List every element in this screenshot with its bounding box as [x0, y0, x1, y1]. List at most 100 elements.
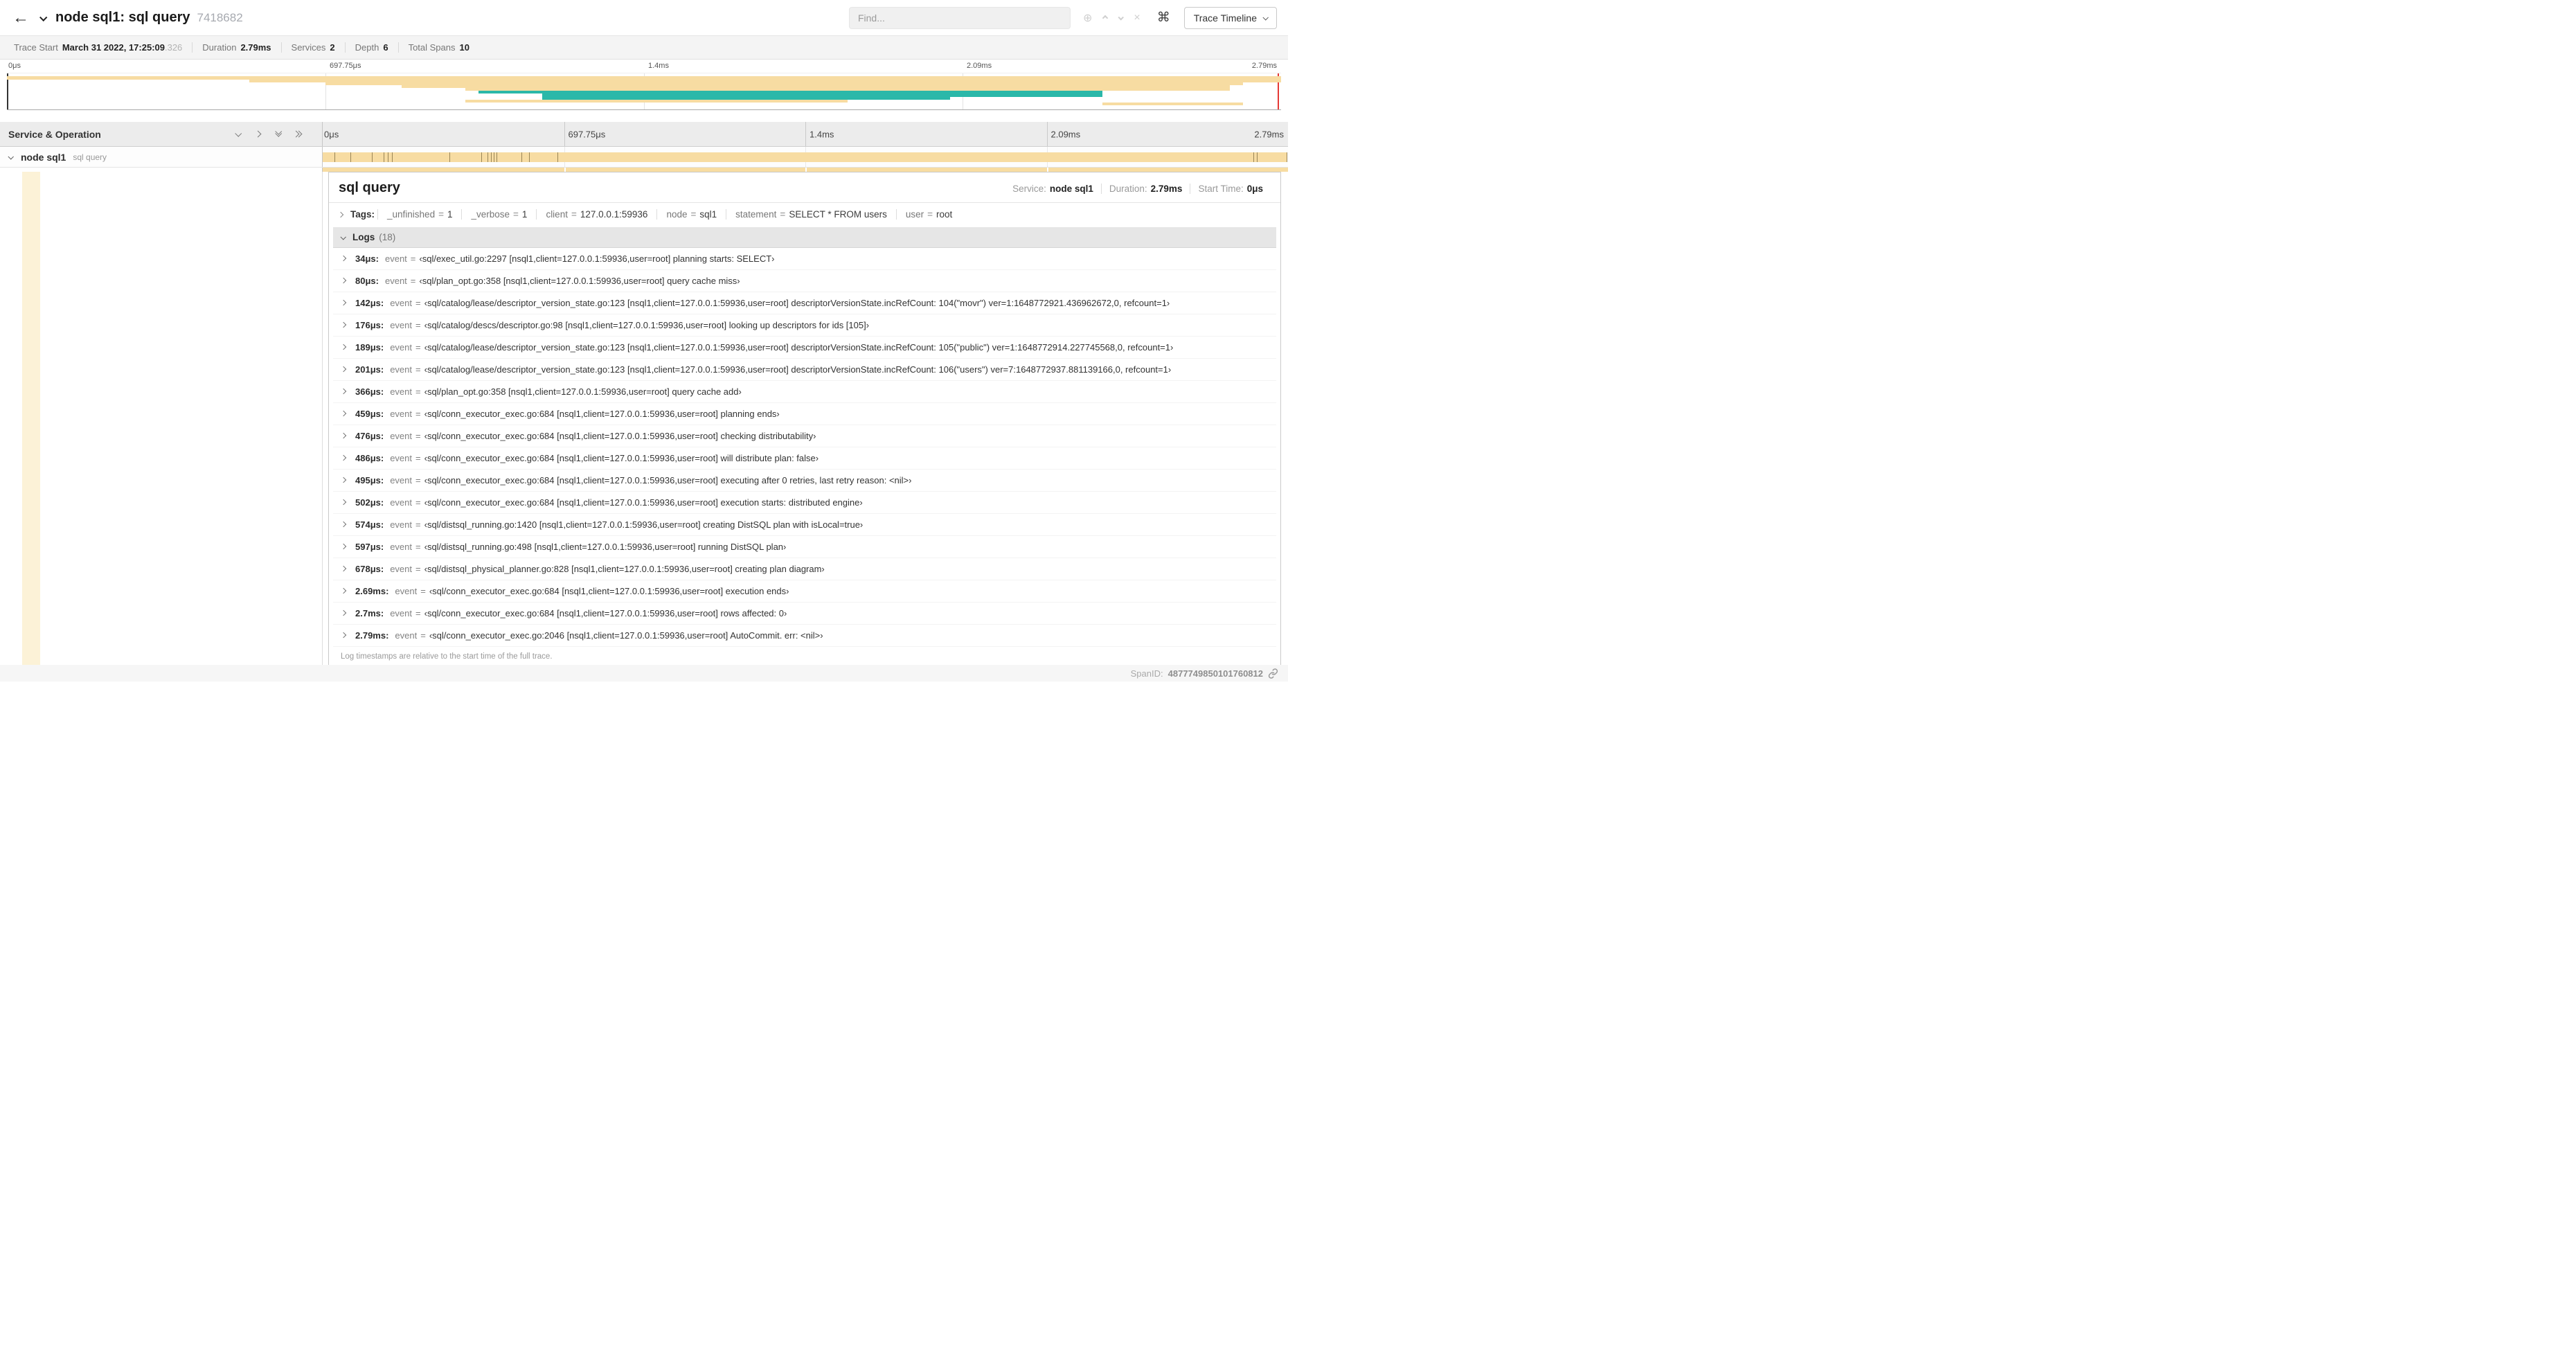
span-collapse-chevron-icon[interactable]	[8, 153, 14, 160]
log-event-tick	[371, 152, 373, 162]
logs-collapse-chevron-icon[interactable]	[340, 233, 346, 240]
log-expand-chevron-icon[interactable]	[340, 388, 347, 395]
log-expand-chevron-icon[interactable]	[340, 277, 347, 284]
log-row[interactable]: 459μs: event = ‹sql/conn_executor_exec.go:6…	[333, 403, 1276, 425]
span-meta-item: Start Time: 0μs	[1190, 184, 1271, 194]
deep-link-icon[interactable]	[1268, 668, 1278, 679]
log-timestamp: 459μs:	[355, 409, 384, 419]
span-row-timeline-cell[interactable]	[323, 147, 1288, 167]
span-detail-container: sql query Service: node sql1 Duration: 2.7…	[323, 172, 1288, 672]
span-row[interactable]: node sql1 sql query	[0, 147, 1288, 168]
timeline-gridline	[1046, 168, 1048, 172]
next-match-icon[interactable]	[1118, 14, 1125, 21]
logs-header[interactable]: Logs (18)	[333, 227, 1276, 248]
find-input[interactable]	[848, 6, 1071, 29]
log-field-value: ‹sql/catalog/descs/descriptor.go:98 [nsq…	[424, 320, 870, 330]
log-row[interactable]: 678μs: event = ‹sql/distsql_physical_planne…	[333, 558, 1276, 580]
log-row[interactable]: 201μs: event = ‹sql/catalog/lease/descripto…	[333, 359, 1276, 381]
log-row[interactable]: 366μs: event = ‹sql/plan_opt.go:358 [nsql1,…	[333, 381, 1276, 403]
trace-summary-item: Trace Start March 31 2022, 17:25:09.326	[4, 42, 192, 53]
log-row[interactable]: 80μs: event = ‹sql/plan_opt.go:358 [nsql1,c…	[333, 270, 1276, 292]
log-row[interactable]: 2.79ms: event = ‹sql/conn_executor_exec.go:…	[333, 625, 1276, 647]
timeline-time-axis: 0μs 697.75μs 1.4ms 2.09ms 2.79ms	[323, 122, 1288, 146]
expand-all-icon[interactable]	[292, 130, 303, 138]
minimap-tick-label: 697.75μs	[330, 62, 361, 70]
span-service-name: node sql1	[21, 151, 66, 163]
collapse-one-icon[interactable]	[235, 130, 242, 137]
log-expand-chevron-icon[interactable]	[340, 521, 347, 528]
log-expand-chevron-icon[interactable]	[340, 499, 347, 506]
expand-one-icon[interactable]	[254, 130, 262, 138]
log-row[interactable]: 476μs: event = ‹sql/conn_executor_exec.go:6…	[333, 425, 1276, 447]
log-field-value: ‹sql/distsql_physical_planner.go:828 [ns…	[424, 564, 825, 574]
log-expand-chevron-icon[interactable]	[340, 476, 347, 483]
collapse-all-icon[interactable]	[275, 127, 283, 137]
keyboard-shortcuts-button[interactable]: ⌘	[1153, 8, 1174, 27]
log-row[interactable]: 34μs: event = ‹sql/exec_util.go:2297 [nsql1…	[333, 248, 1276, 270]
log-field-key: event	[390, 453, 413, 463]
log-expand-chevron-icon[interactable]	[340, 609, 347, 616]
log-row[interactable]: 2.7ms: event = ‹sql/conn_executor_exec.go:6…	[333, 603, 1276, 625]
log-expand-chevron-icon[interactable]	[340, 344, 347, 350]
summary-label: Trace Start	[14, 42, 58, 53]
log-equals: =	[410, 253, 416, 264]
log-expand-chevron-icon[interactable]	[340, 632, 347, 639]
log-row[interactable]: 2.69ms: event = ‹sql/conn_executor_exec.go:…	[333, 580, 1276, 603]
previous-match-icon[interactable]	[1102, 15, 1109, 21]
log-row[interactable]: 597μs: event = ‹sql/distsql_running.go:498 …	[333, 536, 1276, 558]
back-button[interactable]: ←	[12, 8, 36, 28]
log-expand-chevron-icon[interactable]	[340, 255, 347, 262]
span-row-name-cell[interactable]: node sql1 sql query	[0, 147, 323, 167]
minimap-span-bar	[465, 100, 848, 103]
trace-summary-item: Duration 2.79ms	[192, 42, 280, 53]
log-event-tick	[1253, 152, 1255, 162]
log-expand-chevron-icon[interactable]	[340, 565, 347, 572]
log-row[interactable]: 486μs: event = ‹sql/conn_executor_exec.go:6…	[333, 447, 1276, 470]
log-event-tick	[334, 152, 335, 162]
span-meta-value: 2.79ms	[1150, 184, 1183, 194]
tag-item: user = root	[895, 209, 961, 220]
log-timestamp: 34μs:	[355, 253, 379, 264]
log-expand-chevron-icon[interactable]	[340, 543, 347, 550]
span-meta-label: Duration:	[1109, 184, 1147, 194]
log-event-tick	[521, 152, 522, 162]
log-timestamp: 366μs:	[355, 386, 384, 397]
tags-row[interactable]: Tags: _unfinished = 1 _verbose = 1 client = 12…	[329, 203, 1280, 226]
log-row[interactable]: 495μs: event = ‹sql/conn_executor_exec.go:6…	[333, 470, 1276, 492]
logs-title: Logs	[352, 232, 375, 242]
log-field-value: ‹sql/conn_executor_exec.go:684 [nsql1,cl…	[424, 497, 863, 508]
clear-search-icon[interactable]: ×	[1134, 12, 1140, 24]
log-field-value: ‹sql/conn_executor_exec.go:684 [nsql1,cl…	[424, 608, 787, 618]
log-field-value: ‹sql/conn_executor_exec.go:684 [nsql1,cl…	[429, 586, 789, 596]
tags-expand-chevron-icon[interactable]	[337, 211, 344, 217]
log-timestamp: 2.7ms:	[355, 608, 384, 618]
log-row[interactable]: 574μs: event = ‹sql/distsql_running.go:1420…	[333, 514, 1276, 536]
zoom-to-match-icon[interactable]: ⊕	[1083, 11, 1092, 25]
log-expand-chevron-icon[interactable]	[340, 410, 347, 417]
timeline-tick-label: 2.09ms	[1050, 129, 1081, 139]
minimap-canvas[interactable]	[7, 73, 1281, 110]
collapse-trace-chevron-icon[interactable]	[39, 12, 48, 24]
trace-summary-bar: Trace Start March 31 2022, 17:25:09.326 D…	[0, 36, 1288, 60]
tag-equals: =	[438, 209, 444, 220]
log-equals: =	[420, 586, 426, 596]
log-row[interactable]: 176μs: event = ‹sql/catalog/descs/descripto…	[333, 314, 1276, 337]
log-field-value: ‹sql/conn_executor_exec.go:684 [nsql1,cl…	[424, 409, 780, 419]
log-row[interactable]: 502μs: event = ‹sql/conn_executor_exec.go:6…	[333, 492, 1276, 514]
trace-view-selector[interactable]: Trace Timeline	[1183, 6, 1277, 29]
log-row[interactable]: 142μs: event = ‹sql/catalog/lease/descripto…	[333, 292, 1276, 314]
log-field-key: event	[384, 276, 407, 286]
service-operation-heading: Service & Operation	[8, 128, 101, 140]
span-duration-bar[interactable]	[323, 152, 1287, 162]
log-expand-chevron-icon[interactable]	[340, 587, 347, 594]
log-expand-chevron-icon[interactable]	[340, 299, 347, 306]
log-expand-chevron-icon[interactable]	[340, 454, 347, 461]
log-expand-chevron-icon[interactable]	[340, 366, 347, 373]
span-meta-label: Service:	[1012, 184, 1046, 194]
log-field-key: event	[390, 431, 413, 441]
log-expand-chevron-icon[interactable]	[340, 321, 347, 328]
chevron-down-icon	[1262, 14, 1269, 21]
log-expand-chevron-icon[interactable]	[340, 432, 347, 439]
log-row[interactable]: 189μs: event = ‹sql/catalog/lease/descripto…	[333, 337, 1276, 359]
span-detail-region: sql query Service: node sql1 Duration: 2.7…	[0, 172, 1288, 672]
